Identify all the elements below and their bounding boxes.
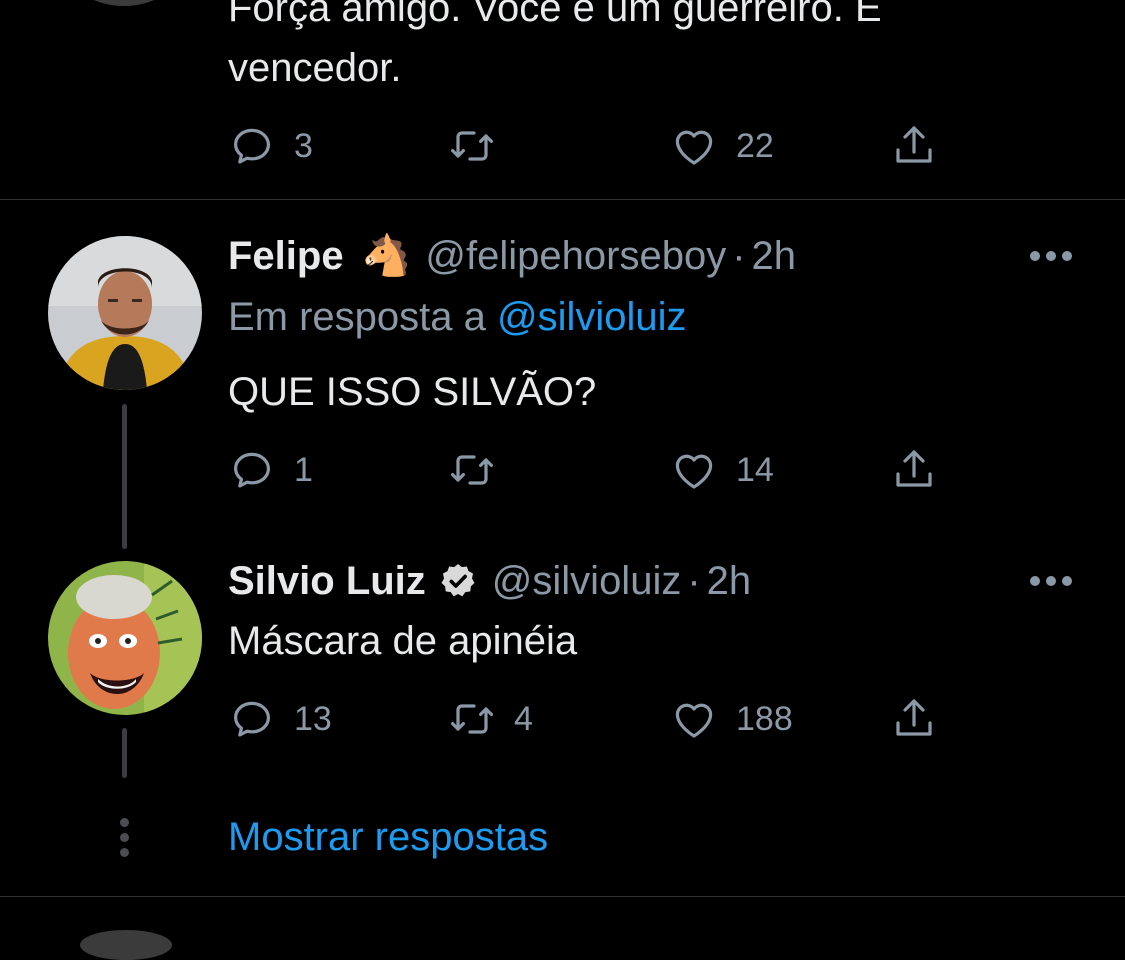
timestamp[interactable]: 2h — [707, 557, 752, 605]
tweet-header: Felipe 🐴 @felipehorseboy · 2h — [228, 232, 796, 280]
reply-button[interactable]: 13 — [228, 691, 332, 747]
like-count: 14 — [736, 451, 774, 489]
thread-line — [122, 404, 127, 549]
heart-icon — [675, 454, 713, 489]
tweet-text: Máscara de apinéia — [228, 619, 578, 663]
share-icon — [896, 126, 932, 163]
horse-emoji: 🐴 — [361, 234, 412, 278]
reply-button[interactable]: 3 — [228, 118, 313, 174]
like-count: 188 — [736, 700, 793, 738]
retweet-icon — [451, 455, 493, 485]
more-icon — [1030, 576, 1040, 586]
avatar-silvio-luiz[interactable] — [48, 561, 202, 715]
retweet-count: 4 — [514, 700, 533, 738]
tweet-divider — [0, 199, 1125, 200]
previous-tweet-text: Força amigo. Você é um guerreiro. É venc… — [228, 0, 882, 90]
like-button[interactable]: 22 — [670, 118, 774, 174]
timestamp[interactable]: 2h — [752, 232, 797, 280]
more-button[interactable] — [1030, 251, 1072, 261]
more-button[interactable] — [1030, 576, 1072, 586]
avatar-felipe[interactable] — [48, 236, 202, 390]
retweet-button[interactable]: 4 — [448, 691, 533, 747]
retweet-button[interactable] — [448, 118, 514, 174]
reply-count: 13 — [294, 700, 332, 738]
retweet-button[interactable] — [448, 442, 514, 498]
retweet-icon — [451, 131, 493, 161]
reply-count: 3 — [294, 127, 313, 165]
like-button[interactable]: 188 — [670, 691, 793, 747]
share-icon — [896, 450, 932, 487]
reply-context: Em resposta a @silvioluiz — [228, 293, 687, 341]
separator: · — [687, 559, 701, 603]
tweet-divider — [0, 896, 1125, 897]
heart-icon — [675, 130, 713, 165]
show-replies-link[interactable]: Mostrar respostas — [228, 813, 548, 861]
tweet-text: QUE ISSO SILVÃO? — [228, 370, 597, 414]
reply-prefix: Em resposta a — [228, 295, 486, 339]
reply-button[interactable]: 1 — [228, 442, 313, 498]
retweet-icon — [451, 704, 493, 734]
separator: · — [732, 234, 746, 278]
heart-icon — [675, 703, 713, 738]
more-icon — [1030, 251, 1040, 261]
more-replies-dots-icon — [120, 818, 129, 857]
user-handle[interactable]: @silvioluiz — [492, 557, 682, 605]
reply-count: 1 — [294, 451, 313, 489]
reply-icon — [234, 701, 270, 737]
reply-mention-link[interactable]: @silvioluiz — [497, 295, 687, 339]
verified-badge-icon — [438, 561, 478, 601]
display-name[interactable]: Felipe — [228, 232, 344, 280]
share-button[interactable] — [890, 118, 938, 174]
reply-icon — [234, 128, 270, 164]
share-button[interactable] — [890, 691, 938, 747]
like-button[interactable]: 14 — [670, 442, 774, 498]
thread-line — [122, 728, 127, 778]
reply-icon — [234, 452, 270, 488]
display-name[interactable]: Silvio Luiz — [228, 557, 426, 605]
share-button[interactable] — [890, 442, 938, 498]
like-count: 22 — [736, 127, 774, 165]
previous-tweet-avatar[interactable] — [72, 0, 176, 6]
share-icon — [896, 699, 932, 736]
user-handle[interactable]: @felipehorseboy — [425, 232, 726, 280]
tweet-header: Silvio Luiz @silvioluiz · 2h — [228, 557, 751, 605]
